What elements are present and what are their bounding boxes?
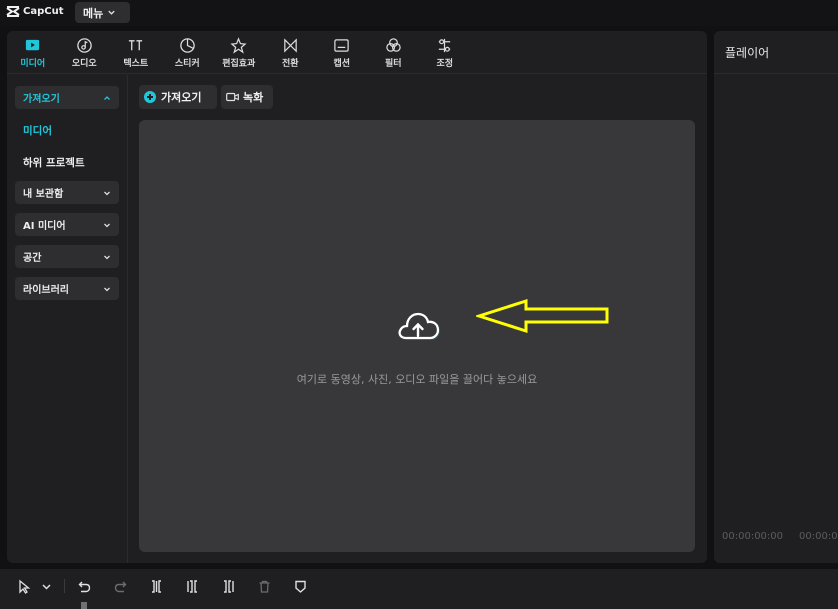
cloud-upload-icon <box>398 312 440 340</box>
import-button-label: 가져오기 <box>161 91 202 104</box>
cursor-icon <box>18 579 30 594</box>
media-sidebar: 가져오기 미디어 하위 프로젝트 내 보관함 AI 미디어 공간 라이브러리 <box>7 75 128 563</box>
dropzone-hint: 여기로 동영상, 사진, 오디오 파일을 끌어다 놓으세요 <box>296 373 538 386</box>
sidebar-item-space[interactable]: 공간 <box>15 245 119 268</box>
select-tool-button[interactable] <box>16 578 32 594</box>
undo-button[interactable] <box>76 578 92 594</box>
sidebar-item-subproject[interactable]: 하위 프로젝트 <box>23 155 85 170</box>
sidebar-item-label: 가져오기 <box>23 94 60 105</box>
app-name: CapCut <box>23 6 64 17</box>
chevron-down-icon <box>108 10 115 15</box>
tab-adjust-label: 조정 <box>436 59 454 69</box>
trim-left-button[interactable] <box>184 578 200 594</box>
tab-audio-label: 오디오 <box>71 59 97 69</box>
trim-left-icon <box>186 579 197 593</box>
player-divider <box>714 73 838 74</box>
tab-adjust[interactable]: 조정 <box>419 31 471 74</box>
camera-icon <box>226 92 239 102</box>
sidebar-item-label: 내 보관함 <box>23 189 64 200</box>
tab-transition[interactable]: 전환 <box>265 31 317 74</box>
player-title: 플레이어 <box>725 46 770 60</box>
chevron-down-icon <box>104 255 110 259</box>
tab-sticker[interactable]: 스티커 <box>162 31 214 74</box>
transition-icon <box>283 37 297 53</box>
redo-icon <box>114 581 126 592</box>
tab-caption-label: 캡션 <box>333 59 351 69</box>
timeline-toolbar <box>0 569 838 609</box>
record-button[interactable]: 녹화 <box>221 85 273 109</box>
player-current-time: 00:00:00:00 <box>722 531 784 542</box>
trim-right-icon <box>223 579 234 593</box>
delete-button[interactable] <box>256 578 272 594</box>
tab-media[interactable]: 미디어 <box>7 31 59 74</box>
timeline-playhead[interactable] <box>81 602 87 609</box>
text-icon <box>129 39 143 50</box>
redo-button[interactable] <box>112 578 128 594</box>
tab-text-label: 텍스트 <box>123 59 149 69</box>
tab-caption[interactable]: 캡션 <box>316 31 368 74</box>
menu-label: 메뉴 <box>83 6 104 20</box>
menu-button[interactable]: 메뉴 <box>75 2 130 23</box>
sidebar-item-library[interactable]: 라이브러리 <box>15 277 119 300</box>
tab-sticker-label: 스티커 <box>174 59 200 69</box>
split-icon <box>151 579 161 593</box>
media-dropzone[interactable]: 여기로 동영상, 사진, 오디오 파일을 끌어다 놓으세요 <box>139 120 695 552</box>
capcut-logo: CapCut <box>6 5 63 18</box>
tab-media-label: 미디어 <box>20 59 46 69</box>
chevron-down-icon <box>104 223 110 227</box>
player-panel: 플레이어 00:00:00:00 00:00:00:00 <box>714 31 838 563</box>
asset-toolbar: 미디어 오디오 텍스트 스티커 편집효과 전환 캡션 필터 조정 <box>7 31 707 74</box>
sidebar-item-import[interactable]: 가져오기 <box>15 86 119 109</box>
sidebar-item-label: AI 미디어 <box>23 221 66 232</box>
adjust-icon <box>439 38 451 52</box>
sidebar-item-label: 라이브러리 <box>23 285 69 296</box>
plus-icon <box>144 91 156 103</box>
tab-audio[interactable]: 오디오 <box>59 31 111 74</box>
media-content: 가져오기 녹화 여기로 동영상, 사진, 오디오 파일을 끌어다 놓으세요 <box>129 75 707 563</box>
tab-effects-label: 편집효과 <box>222 59 256 69</box>
toolbar-divider <box>64 579 65 593</box>
tab-filter[interactable]: 필터 <box>368 31 420 74</box>
sidebar-item-label: 공간 <box>23 253 42 264</box>
chevron-down-icon <box>41 583 51 590</box>
capcut-logo-icon <box>6 6 20 17</box>
chevron-down-icon <box>104 191 110 195</box>
import-button[interactable]: 가져오기 <box>139 85 217 109</box>
split-button[interactable] <box>148 578 164 594</box>
effects-icon <box>230 36 247 54</box>
select-tool-dropdown[interactable] <box>38 578 54 594</box>
tab-filter-label: 필터 <box>384 59 402 69</box>
shield-icon <box>294 580 306 593</box>
chevron-up-icon <box>104 95 110 100</box>
chevron-down-icon <box>104 287 110 291</box>
title-bar: CapCut 메뉴 <box>0 0 838 26</box>
caption-icon <box>334 38 349 52</box>
sticker-icon <box>179 37 195 53</box>
media-panel: 미디어 오디오 텍스트 스티커 편집효과 전환 캡션 필터 조정 가져오기 미디… <box>7 31 707 563</box>
sidebar-item-mystorage[interactable]: 내 보관함 <box>15 181 119 204</box>
filter-icon <box>386 37 401 52</box>
marker-button[interactable] <box>292 578 308 594</box>
sidebar-item-media[interactable]: 미디어 <box>23 123 52 138</box>
audio-icon <box>76 37 92 53</box>
trash-icon <box>259 580 269 593</box>
annotation-arrow <box>476 298 609 334</box>
trim-right-button[interactable] <box>220 578 236 594</box>
sidebar-item-aimedia[interactable]: AI 미디어 <box>15 213 119 236</box>
tab-effects[interactable]: 편집효과 <box>213 31 265 74</box>
tab-transition-label: 전환 <box>281 59 299 69</box>
player-total-time: 00:00:00:00 <box>799 531 838 542</box>
tab-text[interactable]: 텍스트 <box>110 31 162 74</box>
undo-icon <box>78 581 90 592</box>
media-icon <box>26 39 40 50</box>
record-button-label: 녹화 <box>243 91 264 104</box>
